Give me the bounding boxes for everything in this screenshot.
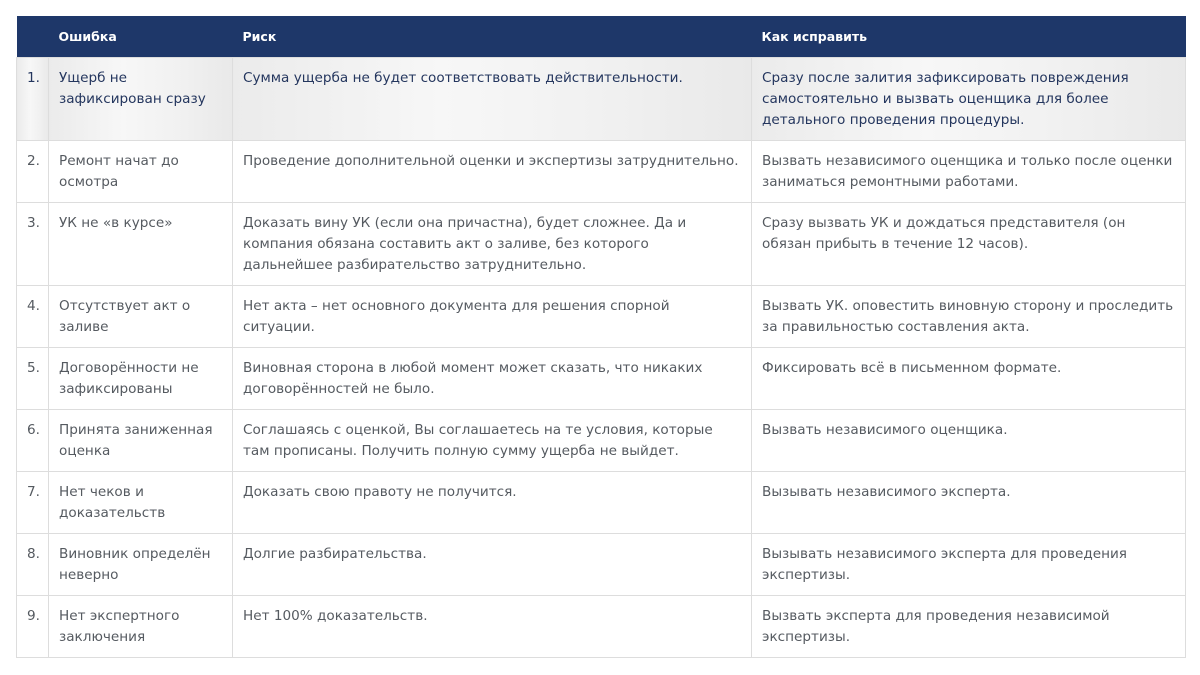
header-row: Ошибка Риск Как исправить	[16, 16, 1186, 57]
table-row: 8. Виновник определён неверно Долгие раз…	[16, 532, 1186, 596]
table-row: 6. Принята заниженная оценка Соглашаясь …	[16, 408, 1186, 472]
table-row: 4. Отсутствует акт о заливе Нет акта – н…	[16, 284, 1186, 348]
row-number: 9.	[16, 594, 49, 658]
row-error: Нет экспертного заключения	[48, 594, 233, 658]
errors-table-container: Ошибка Риск Как исправить 1. Ущерб не за…	[16, 16, 1186, 658]
row-risk: Сумма ущерба не будет соответствовать де…	[232, 56, 752, 141]
row-fix: Вызвать независимого оценщика и только п…	[751, 139, 1186, 203]
row-error: Отсутствует акт о заливе	[48, 284, 233, 348]
row-error: Ремонт начат до осмотра	[48, 139, 233, 203]
row-number: 2.	[16, 139, 49, 203]
row-fix: Вызывать независимого эксперта.	[751, 470, 1186, 534]
header-num	[17, 16, 49, 57]
row-fix: Вызвать независимого оценщика.	[751, 408, 1186, 472]
errors-table: Ошибка Риск Как исправить 1. Ущерб не за…	[16, 16, 1186, 658]
row-error: УК не «в курсе»	[48, 201, 233, 286]
row-error: Принята заниженная оценка	[48, 408, 233, 472]
table-row: 7. Нет чеков и доказательств Доказать св…	[16, 470, 1186, 534]
row-risk: Доказать свою правоту не получится.	[232, 470, 752, 534]
row-number: 1.	[16, 56, 49, 141]
table-row: 5. Договорённости не зафиксированы Винов…	[16, 346, 1186, 410]
row-error: Виновник определён неверно	[48, 532, 233, 596]
row-risk: Виновная сторона в любой момент может ск…	[232, 346, 752, 410]
row-risk: Нет 100% доказательств.	[232, 594, 752, 658]
row-number: 7.	[16, 470, 49, 534]
row-fix: Сразу после залития зафиксировать повреж…	[751, 56, 1186, 141]
row-fix: Фиксировать всё в письменном формате.	[751, 346, 1186, 410]
header-error: Ошибка	[58, 28, 117, 44]
row-error: Нет чеков и доказательств	[48, 470, 233, 534]
table-row: 1. Ущерб не зафиксирован сразу Сумма уще…	[16, 56, 1186, 141]
header-fix: Как исправить	[761, 28, 868, 44]
table-row: 2. Ремонт начат до осмотра Проведение до…	[16, 139, 1186, 203]
row-number: 3.	[16, 201, 49, 286]
table-row: 3. УК не «в курсе» Доказать вину УК (есл…	[16, 201, 1186, 286]
row-fix: Вызвать УК. оповестить виновную сторону …	[751, 284, 1186, 348]
row-number: 8.	[16, 532, 49, 596]
row-error: Договорённости не зафиксированы	[48, 346, 233, 410]
table-header: Ошибка Риск Как исправить	[16, 16, 1186, 57]
row-risk: Проведение дополнительной оценки и экспе…	[232, 139, 752, 203]
header-risk: Риск	[242, 28, 277, 44]
row-fix: Вызвать эксперта для проведения независи…	[751, 594, 1186, 658]
row-risk: Нет акта – нет основного документа для р…	[232, 284, 752, 348]
row-number: 4.	[16, 284, 49, 348]
row-fix: Вызывать независимого эксперта для прове…	[751, 532, 1186, 596]
row-number: 5.	[16, 346, 49, 410]
row-risk: Долгие разбирательства.	[232, 532, 752, 596]
table-row: 9. Нет экспертного заключения Нет 100% д…	[16, 594, 1186, 658]
row-number: 6.	[16, 408, 49, 472]
row-fix: Сразу вызвать УК и дождаться представите…	[751, 201, 1186, 286]
row-error: Ущерб не зафиксирован сразу	[48, 56, 233, 141]
row-risk: Соглашаясь с оценкой, Вы соглашаетесь на…	[232, 408, 752, 472]
table-body: 1. Ущерб не зафиксирован сразу Сумма уще…	[16, 56, 1186, 658]
row-risk: Доказать вину УК (если она причастна), б…	[232, 201, 752, 286]
